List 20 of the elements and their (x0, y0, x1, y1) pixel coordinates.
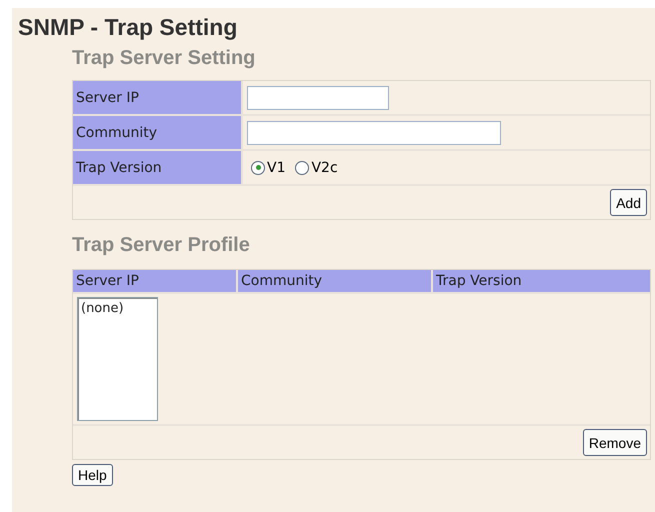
column-header: Server IP (73, 270, 238, 292)
remove-button[interactable]: Remove (582, 429, 647, 456)
list-item[interactable]: (none) (81, 301, 154, 316)
section-heading: Trap Server Profile (72, 234, 251, 257)
radio-label: V2c (311, 160, 338, 176)
radio-button[interactable] (251, 160, 265, 174)
help-button[interactable]: Help (72, 464, 113, 486)
field-label: Community (73, 116, 243, 149)
field-label: Server IP (73, 81, 243, 114)
section-heading: Trap Server Setting (72, 47, 256, 70)
input-field[interactable] (247, 86, 389, 110)
server-list[interactable]: (none) (77, 297, 158, 421)
column-header: Trap Version (435, 272, 523, 291)
field-label: Trap Version (73, 151, 243, 184)
page-title: SNMP - Trap Setting (18, 13, 238, 41)
radio-label: V1 (267, 160, 286, 176)
input-field[interactable] (247, 120, 501, 144)
add-button[interactable]: Add (610, 189, 647, 216)
radio-button[interactable] (295, 160, 310, 174)
column-header: Community (238, 270, 433, 292)
